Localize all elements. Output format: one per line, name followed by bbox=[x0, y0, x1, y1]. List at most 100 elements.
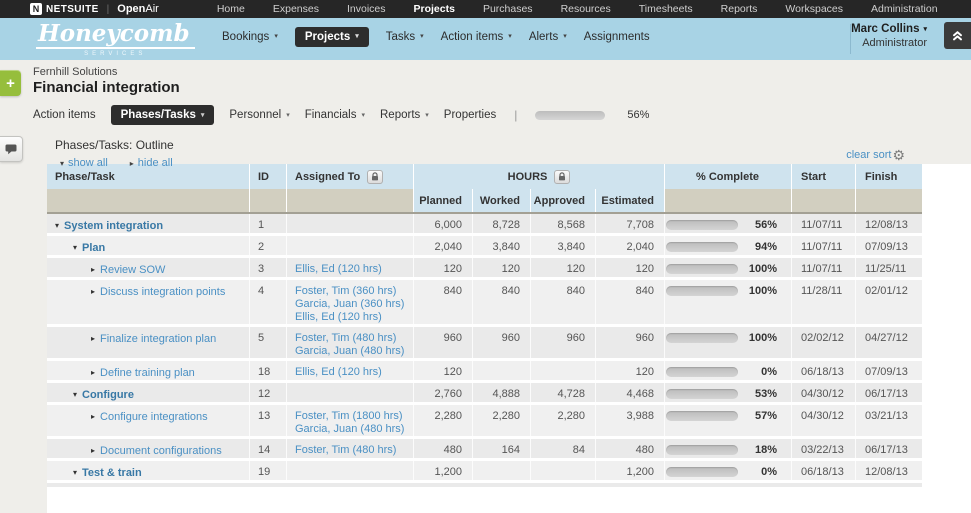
topnav-menu: Home Expenses Invoices Projects Purchases Res… bbox=[217, 3, 938, 15]
hide-all-link[interactable]: ▸ hide all bbox=[130, 157, 173, 169]
show-all-link[interactable]: ▾ show all bbox=[60, 157, 108, 169]
openair-wordmark: OpenAir bbox=[117, 3, 159, 15]
id-cell: 18 bbox=[250, 361, 287, 380]
expand-arrow-icon[interactable]: ▸ bbox=[91, 445, 95, 457]
subnav-item-projects[interactable]: Projects ▾ bbox=[294, 27, 369, 47]
planned-hours-cell: 480 bbox=[414, 439, 473, 458]
honeycomb-logo: Honeycomb SERVICES bbox=[36, 21, 195, 57]
task-link[interactable]: Document configurations bbox=[100, 445, 222, 458]
topnav-item-purchases[interactable]: Purchases bbox=[483, 3, 533, 15]
expand-arrow-icon[interactable]: ▸ bbox=[91, 264, 95, 276]
progress-label: 18% bbox=[754, 444, 777, 456]
task-link[interactable]: Review SOW bbox=[100, 264, 165, 277]
expand-arrow-icon[interactable]: ▾ bbox=[73, 242, 77, 254]
topnav-item-workspaces[interactable]: Workspaces bbox=[785, 3, 843, 15]
planned-hours-cell: 120 bbox=[414, 361, 473, 380]
expand-arrow-icon[interactable]: ▾ bbox=[73, 467, 77, 479]
assignee-link[interactable]: Garcia, Juan (480 hrs) bbox=[295, 345, 413, 358]
assignee-link[interactable]: Ellis, Ed (120 hrs) bbox=[295, 263, 413, 276]
topnav-item-reports[interactable]: Reports bbox=[721, 3, 758, 15]
assignee-link[interactable]: Foster, Tim (360 hrs) bbox=[295, 285, 413, 298]
lock-button[interactable] bbox=[554, 169, 571, 184]
tab-action-items[interactable]: Action items bbox=[33, 109, 96, 121]
subnav-item-alerts[interactable]: Alerts ▾ bbox=[529, 31, 567, 43]
speech-bubble-icon bbox=[5, 144, 17, 154]
progress-label: 57% bbox=[754, 410, 777, 422]
chevron-down-icon: ▾ bbox=[508, 33, 512, 40]
task-link[interactable]: Plan bbox=[82, 242, 105, 255]
planned-hours-cell: 960 bbox=[414, 327, 473, 358]
column-header-estimated[interactable]: Estimated bbox=[596, 189, 665, 212]
tab-financials[interactable]: Financials ▾ bbox=[305, 109, 365, 121]
table-row: ▸ Define training plan 18 Ellis, Ed (120… bbox=[47, 361, 922, 383]
assignee-link[interactable]: Garcia, Juan (480 hrs) bbox=[295, 423, 413, 436]
progress-bar bbox=[666, 411, 738, 421]
topnav-item-resources[interactable]: Resources bbox=[561, 3, 611, 15]
lock-icon bbox=[372, 172, 379, 181]
approved-hours-cell bbox=[531, 361, 596, 380]
subnav-item-tasks[interactable]: Tasks ▾ bbox=[386, 31, 424, 43]
assignee-link[interactable]: Ellis, Ed (120 hrs) bbox=[295, 311, 413, 324]
tab-phases-tasks[interactable]: Phases/Tasks ▾ bbox=[110, 105, 215, 125]
clear-sort-link[interactable]: clear sort ⚙ bbox=[846, 148, 905, 162]
progress-bar bbox=[666, 220, 738, 230]
tab-personnel[interactable]: Personnel ▾ bbox=[229, 109, 289, 121]
add-button[interactable]: + bbox=[0, 70, 21, 96]
task-link[interactable]: Test & train bbox=[82, 467, 142, 480]
task-link[interactable]: Configure bbox=[82, 389, 134, 402]
table-row: ▸ Discuss integration points 4 Foster, T… bbox=[47, 280, 922, 327]
user-name[interactable]: Marc Collins ▾ bbox=[851, 23, 927, 35]
assignee-link[interactable]: Foster, Tim (480 hrs) bbox=[295, 332, 413, 345]
assignee-link[interactable]: Garcia, Juan (360 hrs) bbox=[295, 298, 413, 311]
outline-controls: ▾ show all ▸ hide all bbox=[60, 157, 971, 169]
expand-arrow-icon[interactable]: ▾ bbox=[73, 389, 77, 401]
subnav-item-action-items[interactable]: Action items ▾ bbox=[441, 31, 512, 43]
topnav-item-invoices[interactable]: Invoices bbox=[347, 3, 386, 15]
assigned-to-cell bbox=[287, 461, 414, 480]
worked-hours-cell: 960 bbox=[473, 327, 531, 358]
chevron-down-icon: ▾ bbox=[274, 33, 278, 40]
assignee-link[interactable]: Ellis, Ed (120 hrs) bbox=[295, 366, 413, 379]
lock-button[interactable] bbox=[367, 169, 384, 184]
topnav-item-administration[interactable]: Administration bbox=[871, 3, 938, 15]
gear-icon[interactable]: ⚙ bbox=[892, 148, 905, 162]
expand-arrow-icon[interactable]: ▸ bbox=[91, 411, 95, 423]
column-header-approved[interactable]: Approved bbox=[531, 189, 596, 212]
pct-complete-cell: 100% bbox=[665, 258, 792, 277]
project-tab-bar: Action items Phases/Tasks ▾ Personnel ▾ Finan… bbox=[33, 105, 971, 125]
pct-complete-cell: 100% bbox=[665, 327, 792, 358]
user-menu[interactable]: Marc Collins ▾ Administrator bbox=[851, 23, 927, 49]
planned-hours-cell: 120 bbox=[414, 258, 473, 277]
assignee-link[interactable]: Foster, Tim (480 hrs) bbox=[295, 444, 413, 457]
task-link[interactable]: Finalize integration plan bbox=[100, 333, 216, 346]
column-header-worked[interactable]: Worked bbox=[473, 189, 531, 212]
estimated-hours-cell: 1,200 bbox=[596, 461, 665, 480]
task-link[interactable]: Discuss integration points bbox=[100, 286, 225, 299]
column-header-planned[interactable]: Planned bbox=[414, 189, 473, 212]
collapse-header-button[interactable] bbox=[944, 22, 971, 49]
progress-bar bbox=[666, 367, 738, 377]
progress-bar bbox=[666, 242, 738, 252]
expand-arrow-icon[interactable]: ▸ bbox=[91, 286, 95, 298]
progress-label: 100% bbox=[748, 332, 777, 344]
topnav-item-home[interactable]: Home bbox=[217, 3, 245, 15]
expand-arrow-icon[interactable]: ▸ bbox=[91, 367, 95, 379]
topnav-item-projects[interactable]: Projects bbox=[414, 3, 455, 15]
topnav-item-timesheets[interactable]: Timesheets bbox=[639, 3, 693, 15]
task-link[interactable]: Define training plan bbox=[100, 367, 195, 380]
progress-bar bbox=[666, 467, 738, 477]
expand-arrow-icon[interactable]: ▾ bbox=[55, 220, 59, 232]
table-subheader-row: Planned Worked Approved Estimated bbox=[47, 189, 922, 214]
subnav-item-bookings[interactable]: Bookings ▾ bbox=[222, 31, 278, 43]
phase-task-cell: ▸ Discuss integration points bbox=[47, 280, 250, 324]
topnav-item-expenses[interactable]: Expenses bbox=[273, 3, 319, 15]
assignee-link[interactable]: Foster, Tim (1800 hrs) bbox=[295, 410, 413, 423]
tab-reports[interactable]: Reports ▾ bbox=[380, 109, 429, 121]
netsuite-openair-brand: N NETSUITE | OpenAir bbox=[30, 3, 159, 15]
subnav-item-assignments[interactable]: Assignments bbox=[584, 31, 650, 43]
comment-button[interactable] bbox=[0, 136, 23, 162]
tab-properties[interactable]: Properties bbox=[444, 109, 496, 121]
task-link[interactable]: Configure integrations bbox=[100, 411, 208, 424]
task-link[interactable]: System integration bbox=[64, 220, 163, 233]
expand-arrow-icon[interactable]: ▸ bbox=[91, 333, 95, 345]
